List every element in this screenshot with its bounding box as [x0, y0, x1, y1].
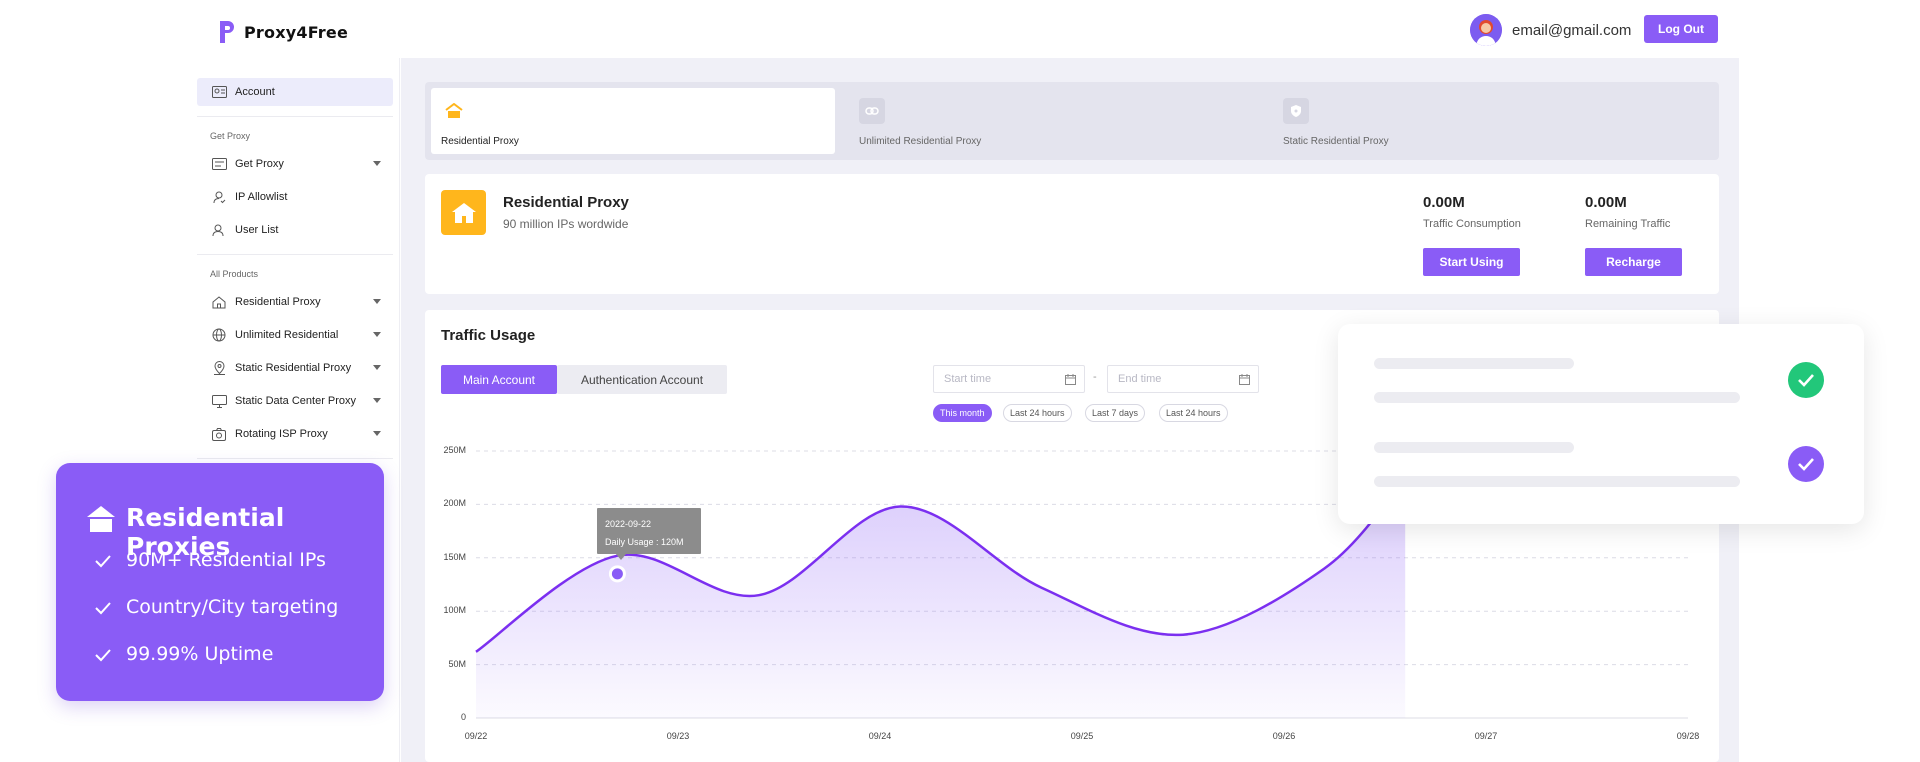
check-icon: [95, 649, 111, 662]
x-tick-label: 09/23: [666, 731, 690, 741]
status-overlay-card: [1338, 324, 1864, 524]
chart-tooltip: 2022-09-22 Daily Usage : 120M: [597, 508, 701, 554]
tooltip-arrow: [616, 554, 626, 560]
promo-line: Country/City targeting: [126, 596, 339, 618]
highlight-point[interactable]: [608, 565, 626, 583]
y-tick-label: 250M: [443, 445, 466, 455]
y-tick-label: 150M: [443, 551, 466, 562]
tooltip-usage: Daily Usage : 120M: [605, 537, 684, 547]
home-icon: [87, 506, 115, 532]
skeleton-line: [1374, 476, 1740, 487]
y-tick-label: 0: [460, 712, 466, 722]
skeleton-line: [1374, 358, 1574, 369]
y-tick-label: 50M: [448, 658, 466, 669]
tooltip-date: 2022-09-22: [605, 519, 652, 529]
x-tick-label: 09/22: [464, 731, 488, 741]
promo-line: 90M+ Residential IPs: [126, 549, 326, 571]
x-tick-label: 09/27: [1474, 731, 1498, 741]
y-tick-label: 100M: [443, 605, 466, 616]
x-tick-label: 09/28: [1676, 731, 1700, 741]
x-tick-label: 09/24: [868, 731, 892, 741]
promo-line: 99.99% Uptime: [126, 643, 274, 665]
check-circle-icon: [1788, 362, 1824, 398]
check-icon: [95, 602, 111, 615]
skeleton-line: [1374, 442, 1574, 453]
y-tick-label: 200M: [443, 498, 466, 509]
check-icon: [95, 555, 111, 568]
skeleton-line: [1374, 392, 1740, 403]
promo-card: Residential Proxies 90M+ Residential IPs…: [56, 463, 384, 701]
check-circle-icon: [1788, 446, 1824, 482]
x-tick-label: 09/25: [1070, 731, 1094, 741]
x-tick-label: 09/26: [1272, 731, 1296, 741]
